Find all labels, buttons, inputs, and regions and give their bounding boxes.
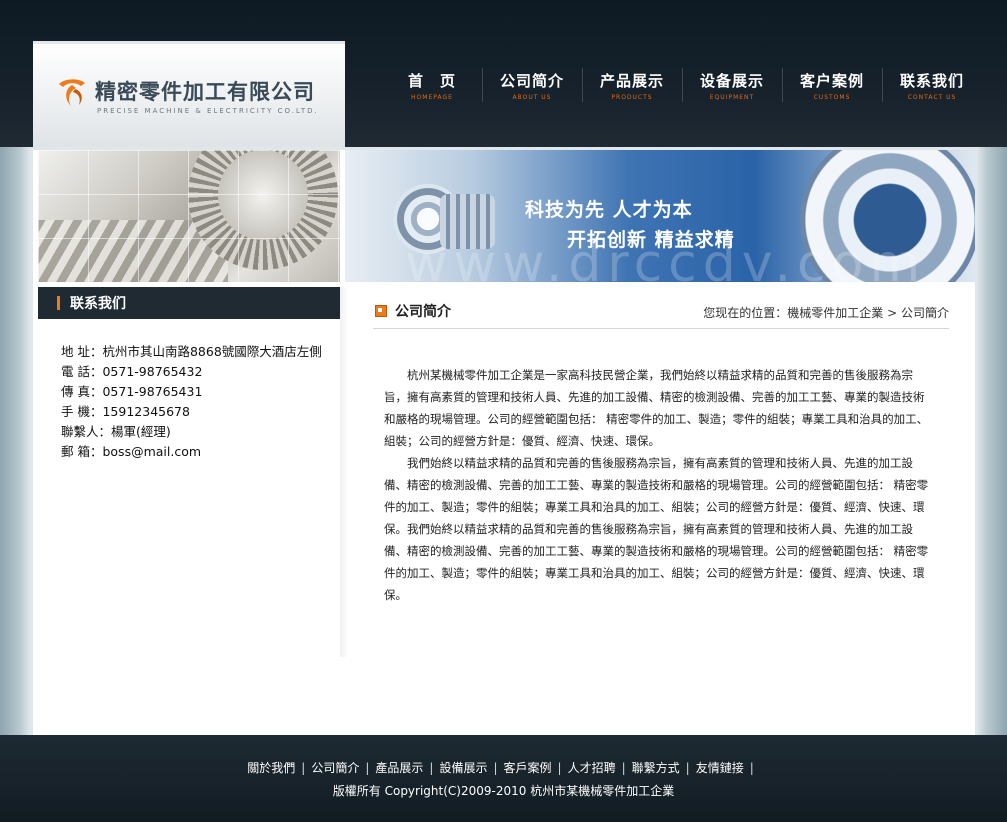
nav-item-about[interactable]: 公司简介 ABOUT US [482, 60, 582, 105]
logo[interactable]: 精密零件加工有限公司 PRECISE MACHINE & ELECTRICITY… [33, 41, 345, 150]
breadcrumb: 您现在的位置：機械零件加工企業 > 公司簡介 [703, 304, 949, 321]
footer-separator: | [493, 761, 498, 775]
footer-separator: | [429, 761, 434, 775]
nav-sublabel: CONTACT US [907, 94, 957, 101]
footer: 關於我們 | 公司簡介 | 產品展示 | 設備展示 | 客戶案例 | 人才招聘 | 聯繫方式 | 友情鏈接 |… [0, 735, 1007, 822]
footer-separator: | [621, 761, 626, 775]
section-title: 公司简介 [395, 304, 451, 320]
article-body: 杭州某機械零件加工企業是一家高科技民營企業，我們始終以精益求精的品質和完善的售後… [384, 364, 930, 606]
nav-sublabel: EQUIPMENT [709, 94, 755, 101]
contact-title: 联系我们 [70, 296, 126, 312]
contact-person: 聯繫人：楊軍(經理) [61, 424, 171, 439]
nav-label: 设备展示 [699, 72, 764, 90]
nav-sublabel: HOMEPAGE [411, 94, 453, 101]
footer-link-cases[interactable]: 客戶案例 [504, 761, 552, 775]
main-nav: 首 页 HOMEPAGE 公司简介 ABOUT US 产品展示 PRODUCTS… [382, 60, 982, 105]
breadcrumb-home-link[interactable]: 機械零件加工企業 [787, 306, 883, 320]
section-bullet-icon [375, 305, 387, 317]
footer-separator: | [301, 761, 306, 775]
footer-link-jobs[interactable]: 人才招聘 [568, 761, 616, 775]
footer-link-products[interactable]: 產品展示 [375, 761, 423, 775]
breadcrumb-current: 公司簡介 [900, 306, 949, 320]
contact-mobile: 手 機：15912345678 [61, 404, 190, 419]
nav-item-products[interactable]: 产品展示 PRODUCTS [582, 60, 682, 105]
company-name-cn: 精密零件加工有限公司 [95, 79, 315, 104]
footer-separator: | [557, 761, 562, 775]
nav-label: 联系我们 [899, 72, 964, 90]
footer-separator: | [749, 761, 754, 775]
contact-address: 地 址：杭州市其山南路8868號國際大酒店左側 [61, 344, 322, 359]
nav-label: 客户案例 [799, 72, 864, 90]
gear-image [38, 150, 340, 282]
nav-sublabel: ABOUT US [512, 94, 552, 101]
banner-slogan-2: 开拓创新 精益求精 [567, 229, 735, 251]
nav-sublabel: PRODUCTS [611, 94, 653, 101]
nav-label: 首 页 [407, 72, 456, 90]
footer-link-friends[interactable]: 友情鏈接 [696, 761, 744, 775]
footer-link-profile[interactable]: 公司簡介 [311, 761, 359, 775]
footer-link-equipment[interactable]: 設備展示 [439, 761, 487, 775]
company-name-en: PRECISE MACHINE & ELECTRICITY CO.LTD. [97, 107, 319, 115]
breadcrumb-prefix: 您现在的位置： [703, 306, 788, 320]
nav-item-contact[interactable]: 联系我们 CONTACT US [882, 60, 982, 105]
nav-item-equipment[interactable]: 设备展示 EQUIPMENT [682, 60, 782, 105]
copyright: 版權所有 Copyright(C)2009-2010 杭州市某機械零件加工企業 [332, 784, 675, 798]
footer-separator: | [685, 761, 690, 775]
footer-link-about[interactable]: 關於我們 [247, 761, 295, 775]
footer-link-contact[interactable]: 聯繫方式 [632, 761, 680, 775]
nav-sublabel: CUSTOMS [813, 94, 851, 101]
breadcrumb-separator: > [883, 306, 901, 320]
nav-label: 公司简介 [499, 72, 564, 90]
contact-heading: 联系我们 [38, 287, 340, 319]
contact-phone: 電 話：0571-98765432 [61, 364, 203, 379]
footer-separator: | [365, 761, 370, 775]
nav-item-customers[interactable]: 客户案例 CUSTOMS [782, 60, 882, 105]
article-paragraph: 我們始終以精益求精的品質和完善的售後服務為宗旨，擁有高素質的管理和技術人員、先進… [384, 456, 929, 602]
section-heading: 公司简介 您现在的位置：機械零件加工企業 > 公司簡介 [373, 298, 949, 329]
contact-email[interactable]: 郵 箱：boss@mail.com [61, 442, 322, 462]
footer-links: 關於我們 | 公司簡介 | 產品展示 | 設備展示 | 客戶案例 | 人才招聘 | 聯繫方式 | 友情鏈接 | [0, 759, 1007, 776]
heading-marker-icon [57, 296, 60, 310]
banner-slogan-1: 科技为先 人才为本 [525, 199, 693, 221]
company-logo-icon [59, 79, 85, 106]
nav-item-home[interactable]: 首 页 HOMEPAGE [382, 60, 482, 105]
banner: www.drccdv.com 科技为先 人才为本 开拓创新 精益求精 [345, 150, 975, 282]
column-divider [340, 287, 348, 657]
nav-label: 产品展示 [599, 72, 664, 90]
article-paragraph: 杭州某機械零件加工企業是一家高科技民營企業，我們始終以精益求精的品質和完善的售後… [384, 368, 929, 448]
contact-fax: 傳 真：0571-98765431 [61, 384, 203, 399]
contact-list: 地 址：杭州市其山南路8868號國際大酒店左側 電 話：0571-9876543… [61, 342, 322, 462]
